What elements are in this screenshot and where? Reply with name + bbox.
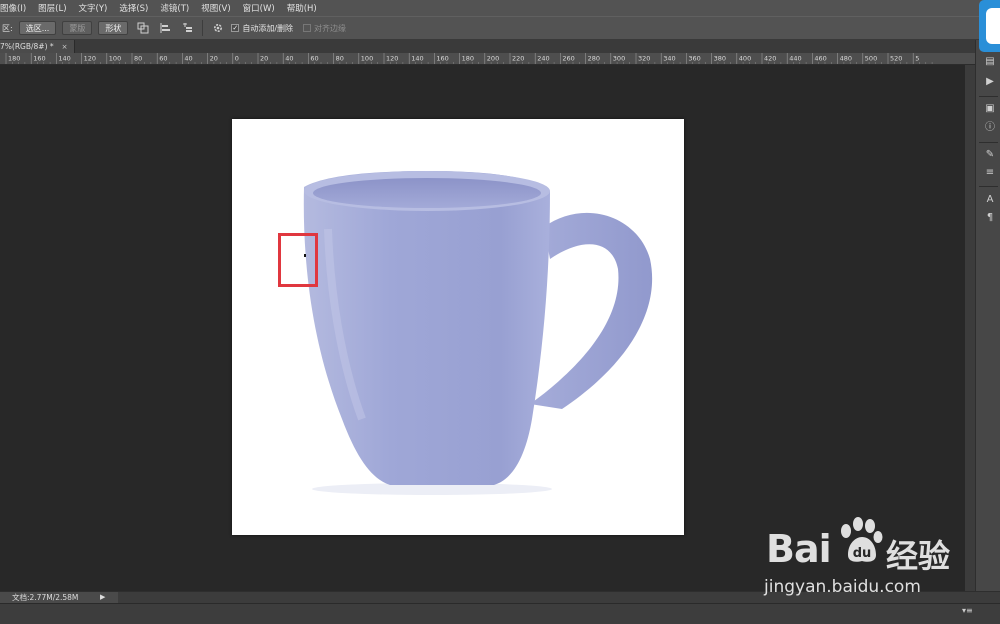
ruler-label: 160 <box>33 55 45 63</box>
ruler-label: 480 <box>840 55 852 63</box>
path-alignment-icon[interactable] <box>158 21 172 35</box>
mug-image <box>303 171 653 495</box>
menu-bar: 图像(I) 图层(L) 文字(Y) 选择(S) 滤镜(T) 视图(V) 窗口(W… <box>0 0 1000 16</box>
ruler-label: 0 <box>235 55 239 63</box>
ruler-ticks: 180 160 140 120 100 80 60 40 20 0 20 40 60 80 100 120 14… <box>5 53 933 64</box>
ruler-label: 80 <box>134 55 142 63</box>
paragraph-icon[interactable]: ¶ <box>984 212 996 224</box>
ruler-label: 160 <box>436 55 448 63</box>
ruler-label: 220 <box>512 55 524 63</box>
ruler-label: 500 <box>865 55 877 63</box>
menu-help[interactable]: 帮助(H) <box>287 2 317 14</box>
ruler-label: 120 <box>84 55 96 63</box>
ruler-label: 100 <box>361 55 373 63</box>
document-size-readout[interactable]: 文档:2.77M/2.58M <box>12 592 98 603</box>
ruler-label: 40 <box>285 55 293 63</box>
right-panel-strip: ▤ ▶ ▣ ⓘ ✎ ≡ A ¶ <box>975 40 1000 592</box>
ruler-label: 140 <box>58 55 70 63</box>
ruler-label: 280 <box>588 55 600 63</box>
brush-icon[interactable]: ✎ <box>984 149 996 161</box>
ruler-label: 460 <box>814 55 826 63</box>
align-edges-checkbox[interactable] <box>303 24 312 32</box>
ruler-label: 300 <box>613 55 625 63</box>
make-shape-button[interactable]: 形状 <box>98 21 129 35</box>
panel-top-tab[interactable] <box>979 0 1000 52</box>
ruler-label: 340 <box>663 55 675 63</box>
ruler-label: 200 <box>487 55 499 63</box>
auto-add-delete-label: 自动添加/删除 <box>242 23 294 33</box>
close-icon[interactable]: × <box>62 43 68 51</box>
document-tab-bar: 7%(RGB/8#) * × <box>0 40 975 53</box>
horizontal-ruler[interactable]: 180 160 140 120 100 80 60 40 20 0 20 40 60 80 100 120 14… <box>0 53 975 65</box>
menu-layer[interactable]: 图层(L) <box>38 2 66 14</box>
make-selection-button[interactable]: 选区... <box>18 21 57 35</box>
info-icon[interactable]: ⓘ <box>984 122 996 134</box>
history-icon[interactable]: ▤ <box>984 56 996 68</box>
ruler-label: 20 <box>260 55 268 63</box>
panel-separator <box>979 96 998 97</box>
status-menu-arrow-icon[interactable]: ▶ <box>100 593 110 603</box>
adjustments-icon[interactable]: ≡ <box>984 167 996 179</box>
ruler-label: 260 <box>562 55 574 63</box>
ruler-label: 140 <box>411 55 423 63</box>
make-label: 区: <box>2 23 13 33</box>
highlight-box <box>278 233 318 287</box>
menu-type[interactable]: 文字(Y) <box>79 2 108 14</box>
watermark-url: jingyan.baidu.com <box>764 577 921 597</box>
tool-options-bar: 区: 选区... 蒙版 形状 ✓ 自动添加/删除 对齐边缘 <box>0 16 1000 40</box>
ruler-label: 420 <box>764 55 776 63</box>
paw-icon: du <box>841 517 883 562</box>
options-separator <box>202 20 204 36</box>
path-operations-icon[interactable] <box>136 21 150 35</box>
ruler-label: 360 <box>688 55 700 63</box>
document-tab-title: 7%(RGB/8#) * <box>0 42 54 51</box>
character-icon[interactable]: A <box>984 194 996 206</box>
ruler-label: 100 <box>109 55 121 63</box>
ruler-label: 440 <box>789 55 801 63</box>
document-canvas[interactable] <box>232 119 684 535</box>
path-arrangement-icon[interactable] <box>180 21 194 35</box>
menu-select[interactable]: 选择(S) <box>119 2 148 14</box>
ruler-label: 240 <box>537 55 549 63</box>
anchor-point <box>304 254 306 257</box>
layer-comps-icon[interactable]: ▣ <box>984 103 996 115</box>
ruler-label: 40 <box>184 55 192 63</box>
ruler-label: 520 <box>890 55 902 63</box>
ruler-label: 120 <box>386 55 398 63</box>
ruler-label: 5 <box>915 55 919 63</box>
menu-window[interactable]: 窗口(W) <box>243 2 275 14</box>
baidu-watermark: Bai du 经验 jingyan.baidu.com <box>760 513 980 608</box>
make-mask-button[interactable]: 蒙版 <box>62 21 93 35</box>
panel-separator <box>979 186 998 187</box>
document-tab[interactable]: 7%(RGB/8#) * × <box>0 40 75 53</box>
panel-top-icon <box>986 8 1000 44</box>
menu-view[interactable]: 视图(V) <box>201 2 230 14</box>
ruler-label: 400 <box>739 55 751 63</box>
panel-separator <box>979 142 998 143</box>
ruler-label: 380 <box>714 55 726 63</box>
svg-text:du: du <box>853 546 872 561</box>
ruler-label: 20 <box>210 55 218 63</box>
ruler-label: 180 <box>8 55 20 63</box>
watermark-logo-text: Bai <box>766 527 832 571</box>
menu-image[interactable]: 图像(I) <box>0 2 26 14</box>
auto-add-delete-checkbox[interactable]: ✓ <box>231 24 240 32</box>
ruler-label: 60 <box>310 55 318 63</box>
ruler-label: 80 <box>336 55 344 63</box>
gear-icon[interactable] <box>211 21 225 35</box>
ruler-label: 180 <box>462 55 474 63</box>
ruler-label: 320 <box>638 55 650 63</box>
watermark-suffix-text: 经验 <box>886 537 951 575</box>
actions-play-icon[interactable]: ▶ <box>984 76 996 88</box>
menu-filter[interactable]: 滤镜(T) <box>160 2 189 14</box>
ruler-label: 60 <box>159 55 167 63</box>
align-edges-label: 对齐边缘 <box>314 23 347 33</box>
